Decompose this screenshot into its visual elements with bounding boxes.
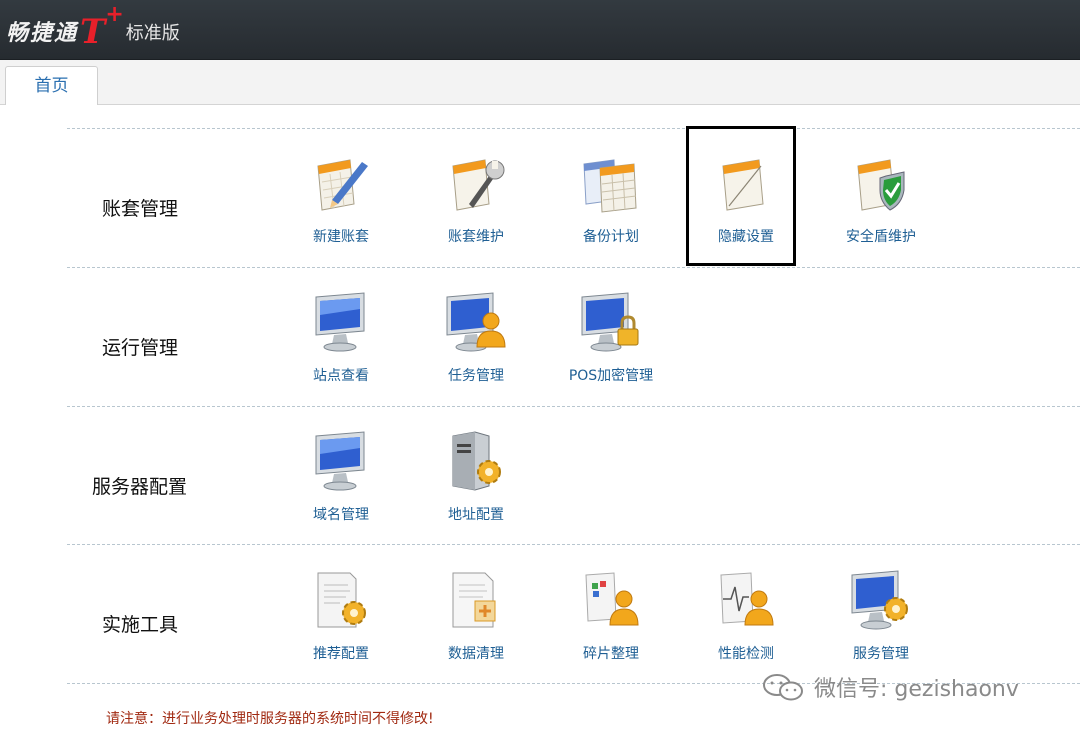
domain-management-button[interactable]: 域名管理 bbox=[283, 406, 393, 526]
logo-t: T bbox=[80, 12, 106, 52]
watermark: 微信号: gezishaonv bbox=[760, 672, 1019, 702]
pos-encryption-label: POS加密管理 bbox=[568, 368, 654, 384]
app-logo: 畅捷通 T + 标准版 bbox=[6, 4, 180, 52]
task-management-label: 任务管理 bbox=[448, 368, 504, 384]
security-shield-icon bbox=[857, 159, 905, 211]
account-maintenance-label: 账套维护 bbox=[448, 229, 504, 245]
security-shield-label: 安全盾维护 bbox=[846, 229, 916, 245]
address-config-label: 地址配置 bbox=[448, 507, 504, 523]
divider bbox=[67, 406, 1080, 407]
section-title-account: 账套管理 bbox=[102, 198, 179, 220]
logo-edition: 标准版 bbox=[125, 23, 180, 44]
pos-lock-monitor-icon bbox=[581, 292, 639, 352]
watermark-text: 微信号: gezishaonv bbox=[814, 677, 1019, 702]
service-management-button[interactable]: 服务管理 bbox=[823, 545, 933, 665]
new-account-button[interactable]: 新建账套 bbox=[283, 128, 393, 248]
section-title-operation: 运行管理 bbox=[102, 337, 179, 359]
performance-icon bbox=[720, 572, 774, 626]
server-gear-icon bbox=[452, 431, 501, 491]
logo-text: 畅捷通 bbox=[6, 20, 79, 46]
data-cleanup-icon bbox=[452, 572, 496, 628]
new-account-label: 新建账套 bbox=[313, 229, 369, 245]
performance-check-button[interactable]: 性能检测 bbox=[688, 545, 798, 665]
recommend-config-button[interactable]: 推荐配置 bbox=[283, 545, 393, 665]
performance-check-label: 性能检测 bbox=[718, 646, 774, 662]
new-account-icon bbox=[317, 159, 368, 211]
tab-home[interactable]: 首页 bbox=[5, 66, 98, 106]
defrag-button[interactable]: 碎片整理 bbox=[553, 545, 663, 665]
pos-encryption-button[interactable]: POS加密管理 bbox=[553, 267, 663, 387]
site-view-button[interactable]: 站点查看 bbox=[283, 267, 393, 387]
data-cleanup-label: 数据清理 bbox=[448, 646, 504, 662]
domain-management-label: 域名管理 bbox=[313, 507, 369, 523]
logo-plus: + bbox=[105, 2, 124, 27]
backup-plan-label: 备份计划 bbox=[583, 229, 639, 245]
section-title-server: 服务器配置 bbox=[92, 476, 188, 498]
wechat-icon bbox=[763, 674, 803, 701]
notice-text: 请注意：进行业务处理时服务器的系统时间不得修改! bbox=[106, 711, 434, 727]
data-cleanup-button[interactable]: 数据清理 bbox=[418, 545, 528, 665]
backup-plan-button[interactable]: 备份计划 bbox=[553, 128, 663, 248]
address-config-button[interactable]: 地址配置 bbox=[418, 406, 528, 526]
task-user-monitor-icon bbox=[446, 292, 506, 352]
section-title-tools: 实施工具 bbox=[102, 614, 179, 636]
site-monitor-icon bbox=[315, 292, 365, 352]
defrag-icon bbox=[585, 572, 639, 626]
highlight-box bbox=[686, 126, 796, 266]
account-maintenance-button[interactable]: 账套维护 bbox=[418, 128, 528, 248]
recommend-config-label: 推荐配置 bbox=[313, 646, 369, 662]
backup-plan-icon bbox=[583, 159, 637, 213]
domain-monitor-icon bbox=[315, 431, 365, 491]
top-bar: 畅捷通 T + 标准版 bbox=[0, 0, 1080, 60]
service-monitor-icon bbox=[851, 570, 908, 630]
tab-bar: 首页 bbox=[0, 60, 1080, 106]
service-management-label: 服务管理 bbox=[853, 646, 909, 662]
security-shield-button[interactable]: 安全盾维护 bbox=[823, 128, 933, 248]
defrag-label: 碎片整理 bbox=[583, 646, 639, 662]
account-maintenance-icon bbox=[452, 159, 505, 211]
site-view-label: 站点查看 bbox=[313, 368, 369, 384]
task-management-button[interactable]: 任务管理 bbox=[418, 267, 528, 387]
recommend-config-icon bbox=[317, 572, 366, 628]
